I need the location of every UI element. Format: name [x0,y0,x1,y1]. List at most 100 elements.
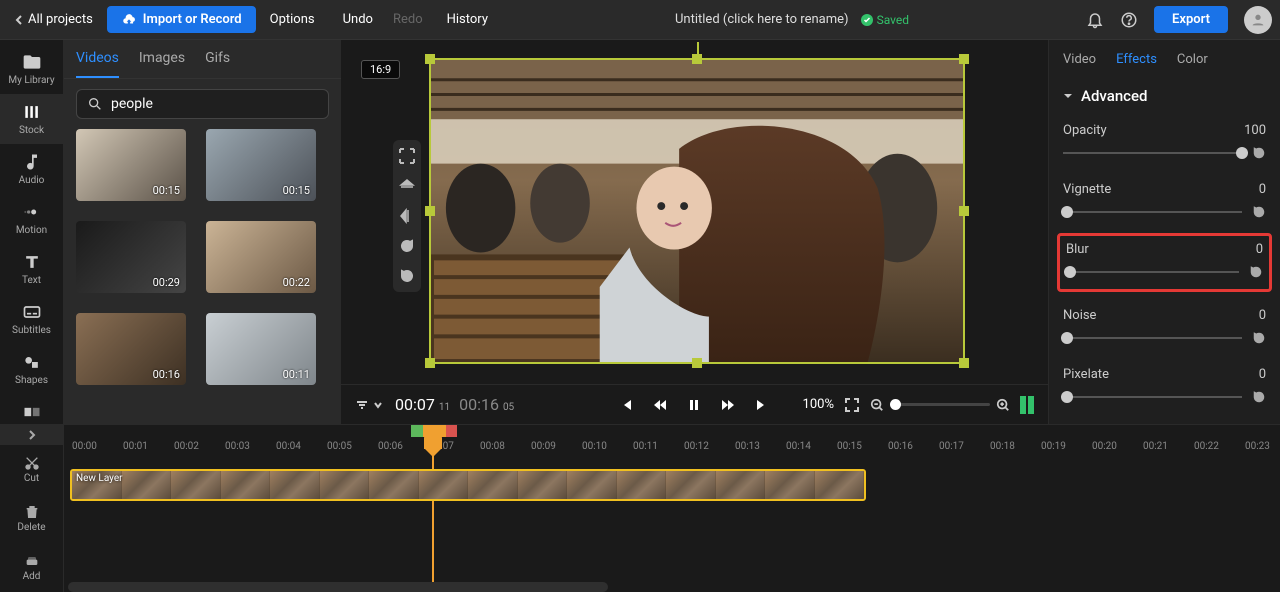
resize-handle[interactable] [959,206,969,216]
rail-motion[interactable]: Motion [0,194,63,244]
rotate-cw-icon[interactable] [397,236,417,256]
resize-handle[interactable] [959,358,969,368]
stock-thumbnail[interactable]: 00:29 [76,221,186,293]
ruler-tick: 00:17 [939,441,964,452]
prop-blur-highlighted: Blur0 [1057,233,1272,292]
time-current-frames: 11 [439,402,450,413]
ruler-tick: 00:19 [1041,441,1066,452]
rail-stock[interactable]: Stock [0,94,63,144]
redo-button[interactable]: Redo [387,12,433,27]
add-button[interactable]: Add [0,543,63,592]
history-button[interactable]: History [441,12,498,27]
aspect-ratio[interactable]: 16:9 [361,60,400,79]
delete-button[interactable]: Delete [0,494,63,543]
undo-button[interactable]: Undo [333,12,379,27]
slider-knob[interactable] [1064,266,1076,278]
thumb-duration: 00:29 [153,276,180,289]
flip-horizontal-icon[interactable] [397,206,417,226]
opacity-slider[interactable] [1063,146,1266,160]
resize-handle[interactable] [692,54,702,64]
slider-knob[interactable] [1061,206,1073,218]
slider-knob[interactable] [1061,391,1073,403]
forward-button[interactable] [721,397,737,413]
skip-end-button[interactable] [755,397,771,413]
reset-button[interactable] [1249,265,1263,279]
tab-effects[interactable]: Effects [1116,52,1157,67]
rail-text[interactable]: Text [0,244,63,294]
cut-button[interactable]: Cut [0,445,63,494]
resize-handle[interactable] [692,358,702,368]
search-input[interactable] [111,96,318,112]
avatar[interactable] [1244,6,1272,34]
tab-videos[interactable]: Videos [76,50,119,78]
rail-label: Motion [16,225,47,236]
stock-thumbnail[interactable]: 00:22 [206,221,316,293]
all-projects-button[interactable]: All projects [8,12,99,27]
timeline-scrollbar[interactable] [68,582,608,592]
stock-thumbnail[interactable]: 00:15 [76,129,186,201]
rail-my-library[interactable]: My Library [0,44,63,94]
search-input-wrapper[interactable] [76,89,329,119]
rewind-button[interactable] [653,397,669,413]
bell-icon[interactable] [1086,11,1104,29]
canvas-toolbar [393,140,421,292]
stock-thumbnail[interactable]: 00:16 [76,313,186,385]
slider-knob[interactable] [1236,147,1248,159]
timeline[interactable]: 00:0000:0100:0200:0300:0400:0500:0600:07… [64,425,1280,592]
reset-button[interactable] [1252,205,1266,219]
playhead[interactable] [424,435,442,449]
cloud-upload-icon [121,13,137,27]
reset-button[interactable] [1252,331,1266,345]
project-title[interactable]: Untitled (click here to rename) [675,12,849,27]
reset-button[interactable] [1252,146,1266,160]
fullscreen-icon[interactable] [844,397,860,413]
timeline-ruler[interactable]: 00:0000:0100:0200:0300:0400:0500:0600:07… [64,425,1280,459]
thumb-duration: 00:22 [283,276,310,289]
skip-start-button[interactable] [619,397,635,413]
resize-handle[interactable] [425,54,435,64]
ruler-tick: 00:22 [1194,441,1219,452]
sort-button[interactable] [355,398,383,412]
zoom-percent: 100% [803,397,834,412]
user-icon [1250,12,1266,28]
timeline-clip[interactable]: New Layer [70,469,866,501]
zoom-in-icon[interactable] [996,398,1010,412]
tab-images[interactable]: Images [139,50,185,78]
resize-handle[interactable] [425,206,435,216]
flip-vertical-icon[interactable] [397,176,417,196]
cut-label: Cut [24,473,39,484]
tab-gifs[interactable]: Gifs [205,50,230,78]
zoom-knob[interactable] [890,399,901,410]
pause-button[interactable] [687,397,703,413]
rotate-ccw-icon[interactable] [397,266,417,286]
tab-video[interactable]: Video [1063,52,1096,67]
rail-label: Audio [19,175,45,186]
expand-button[interactable] [0,425,63,445]
history-label: History [447,12,488,27]
slider-knob[interactable] [1061,332,1073,344]
vignette-slider[interactable] [1063,205,1266,219]
resize-handle[interactable] [425,358,435,368]
fit-icon[interactable] [397,146,417,166]
resize-handle[interactable] [959,54,969,64]
noise-slider[interactable] [1063,331,1266,345]
stock-thumbnail[interactable]: 00:11 [206,313,316,385]
thumb-duration: 00:15 [153,184,180,197]
rail-audio[interactable]: Audio [0,144,63,194]
help-icon[interactable] [1120,11,1138,29]
zoom-out-icon[interactable] [870,398,884,412]
pixelate-slider[interactable] [1063,390,1266,404]
import-button[interactable]: Import or Record [107,6,256,33]
options-button[interactable]: Options [264,12,325,27]
rail-subtitles[interactable]: Subtitles [0,294,63,344]
prop-value: 0 [1259,367,1266,382]
blur-slider[interactable] [1066,265,1263,279]
video-frame[interactable] [429,58,965,364]
rail-shapes[interactable]: Shapes [0,344,63,394]
tab-color[interactable]: Color [1177,52,1208,67]
section-advanced[interactable]: Advanced [1049,77,1280,115]
zoom-slider[interactable] [890,403,990,406]
stock-thumbnail[interactable]: 00:15 [206,129,316,201]
export-button[interactable]: Export [1154,6,1228,33]
reset-button[interactable] [1252,390,1266,404]
